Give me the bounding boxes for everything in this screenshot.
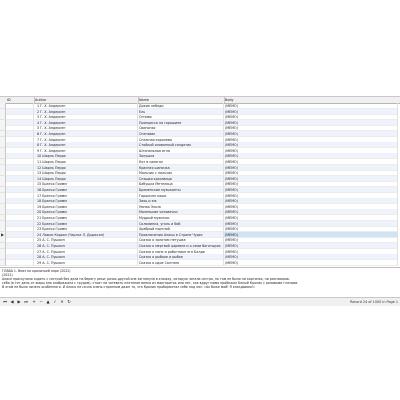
cell-name[interactable]: Сказка о царе Салтане [138,259,224,266]
delete-record-icon[interactable]: − [38,299,44,305]
db-navigator: ⏮ ◀ ▶ ⏭ + − ▲ ✓ ✕ ↻ Record 24 of 1000 in… [0,297,400,306]
cell-author[interactable]: 29 А. С. Пушкин [34,259,138,266]
cancel-record-icon[interactable]: ✕ [59,299,65,305]
table-row[interactable]: 29 А. С. Пушкин Сказка о царе Салтане (MEM… [0,259,400,266]
edit-record-icon[interactable]: ▲ [45,299,51,305]
first-record-icon[interactable]: ⏮ [2,299,8,305]
post-record-icon[interactable]: ✓ [52,299,58,305]
refresh-icon[interactable]: ↻ [66,299,72,305]
app-window: ID Author Name Body 1 Г. Х. Андерсен Дики… [0,96,400,306]
last-record-icon[interactable]: ⏭ [23,299,29,305]
cell-body[interactable]: (MEMO) [224,259,398,266]
memo-text-area[interactable]: ГЛАВА 1. Вниз по кроличьей норе (2022) (… [0,267,400,294]
record-status: Record 24 of 1000 in Page 1 [350,300,398,304]
next-record-icon[interactable]: ▶ [16,299,22,305]
memo-line: В этом не было ничего особенного. И Алис… [2,285,255,289]
add-record-icon[interactable]: + [31,299,37,305]
cell-id[interactable] [6,259,34,266]
data-grid[interactable]: ID Author Name Body 1 Г. Х. Андерсен Дики… [0,96,400,267]
prev-record-icon[interactable]: ◀ [9,299,15,305]
